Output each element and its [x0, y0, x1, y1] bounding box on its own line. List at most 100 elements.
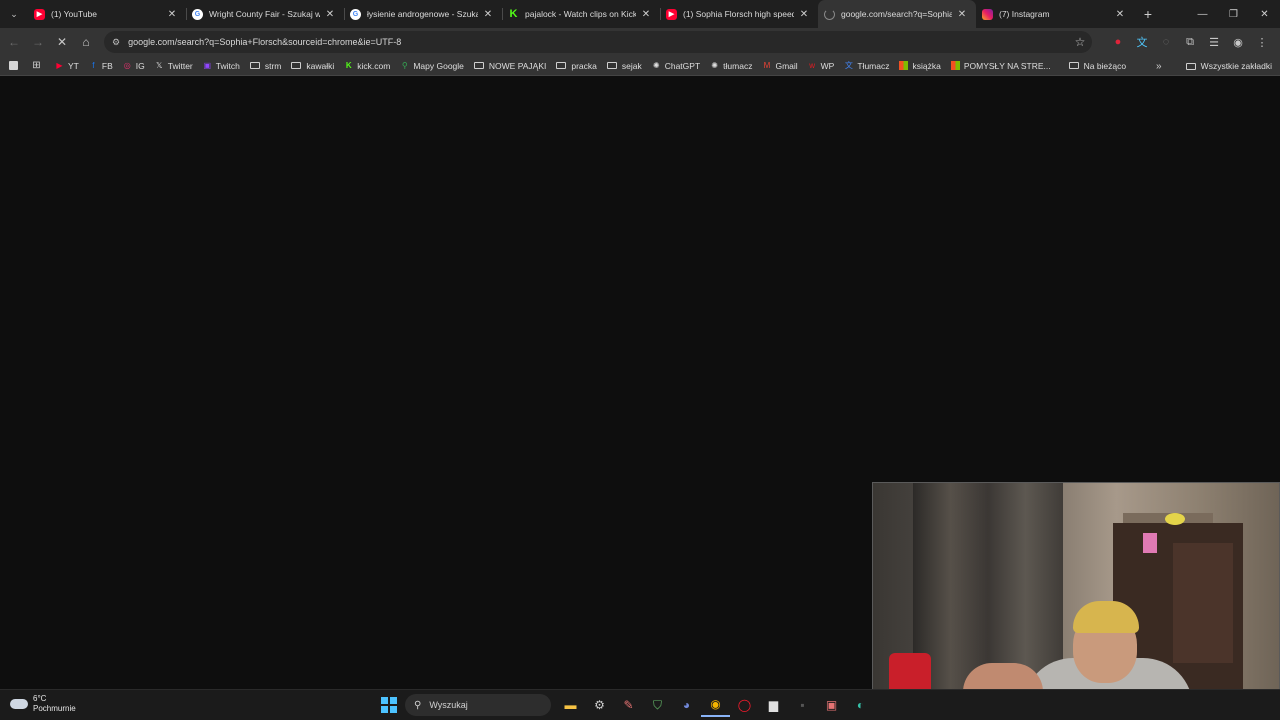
tab-wright-county-fair[interactable]: G Wright County Fair - Szukaj w G ✕ — [186, 0, 344, 28]
windows-start-icon[interactable] — [381, 697, 397, 713]
folder-icon — [606, 62, 617, 69]
more-bookmarks-chevron-icon[interactable]: » — [1156, 56, 1162, 76]
bookmark-chatgpt[interactable]: ✺ ChatGPT — [647, 56, 705, 76]
menu-kebab-icon[interactable]: ⋮ — [1250, 30, 1274, 54]
window-controls: — ❐ ✕ — [1187, 0, 1280, 28]
bookmarks-bar: ⊞ ▶ YT f FB ◎ IG 𝕏 Twitter ▣ Twitch strm kawa… — [0, 56, 1280, 76]
tab-title: (7) Instagram — [999, 9, 1050, 19]
instagram-icon: ◎ — [123, 61, 131, 70]
folder-icon — [556, 62, 567, 69]
file-explorer-icon[interactable]: ▬ — [556, 693, 585, 717]
search-icon: ⚲ — [414, 699, 422, 711]
close-icon[interactable]: ✕ — [640, 9, 652, 20]
wp-icon: w — [809, 61, 816, 70]
bookmark-fb[interactable]: f FB — [84, 56, 118, 76]
bookmark-folder-kawalki[interactable]: kawałki — [286, 56, 339, 76]
bookmark-twitter[interactable]: 𝕏 Twitter — [150, 56, 198, 76]
tab-youtube[interactable]: ▶ (1) YouTube ✕ — [28, 0, 186, 28]
bookmark-ig[interactable]: ◎ IG — [118, 56, 150, 76]
photos-app-icon[interactable]: ▣ — [817, 693, 846, 717]
google-icon: G — [192, 8, 203, 20]
new-tab-button[interactable]: + — [1134, 6, 1162, 22]
instagram-icon — [982, 8, 993, 20]
tab-kick[interactable]: K pajalock - Watch clips on Kick ✕ — [502, 0, 660, 28]
tab-lysienie[interactable]: G łysienie androgenowe - Szukaj ✕ — [344, 0, 502, 28]
folder-icon — [1068, 62, 1079, 69]
twitch-icon: ▣ — [203, 61, 212, 70]
bookmark-folder-strm[interactable]: strm — [245, 56, 287, 76]
chatgpt-icon: ✺ — [711, 61, 718, 70]
close-icon[interactable]: ✕ — [482, 9, 494, 20]
close-icon[interactable]: ✕ — [1114, 9, 1126, 20]
bookmark-twitch[interactable]: ▣ Twitch — [198, 56, 245, 76]
tab-instagram[interactable]: (7) Instagram ✕ — [976, 0, 1134, 28]
back-arrow-icon[interactable]: ← — [2, 30, 26, 54]
tab-sophia-youtube[interactable]: ▶ (1) Sophia Florsch high speed c ✕ — [660, 0, 818, 28]
paint-app-icon[interactable]: ✎ — [614, 693, 643, 717]
notes-app-icon[interactable]: ▆ — [759, 693, 788, 717]
close-icon[interactable]: ✕ — [798, 9, 810, 20]
kick-icon: K — [345, 61, 352, 70]
bookmark-folder-pracka[interactable]: pracka — [551, 56, 602, 76]
stop-loading-icon[interactable]: ✕ — [50, 30, 74, 54]
address-url[interactable]: google.com/search?q=Sophia+Florsch&sourc… — [128, 37, 1068, 47]
bookmark-tlumacz-google[interactable]: 文 Tłumacz — [839, 56, 894, 76]
minimize-icon[interactable]: — — [1187, 0, 1218, 28]
bookmark-maps[interactable]: ⚲ Mapy Google — [395, 56, 469, 76]
tab-strip: ⌄ ▶ (1) YouTube ✕ G Wright County Fair -… — [0, 0, 1280, 28]
apps-icon[interactable] — [4, 56, 27, 76]
forward-arrow-icon[interactable]: → — [26, 30, 50, 54]
bookmark-folder-nowe-pajaki[interactable]: NOWE PAJĄKI — [469, 56, 551, 76]
bookmark-star-icon[interactable]: ☆ — [1068, 35, 1092, 49]
bookmark-ksiazka[interactable]: książka — [894, 56, 945, 76]
tab-google-search-active[interactable]: google.com/search?q=Sophia+ ✕ — [818, 0, 976, 28]
close-icon[interactable]: ✕ — [166, 9, 178, 20]
bookmark-tlumacz-gpt[interactable]: ✺ tłumacz — [705, 56, 757, 76]
opera-icon[interactable]: ◯ — [730, 693, 759, 717]
bookmark-folder-sejak[interactable]: sejak — [602, 56, 647, 76]
bookmark-gmail[interactable]: M Gmail — [757, 56, 802, 76]
profile-avatar-icon[interactable]: ◉ — [1226, 30, 1250, 54]
chatgpt-icon: ✺ — [652, 61, 660, 70]
browser-toolbar: ← → ✕ ⌂ ⚙ google.com/search?q=Sophia+Flo… — [0, 28, 1280, 56]
google-icon: G — [350, 8, 361, 20]
extensions-puzzle-icon[interactable]: ⧉ — [1178, 30, 1202, 54]
all-bookmarks-folder[interactable]: Wszystkie zakładki — [1185, 56, 1272, 76]
tab-search-chevron-icon[interactable]: ⌄ — [0, 0, 28, 28]
folder-icon — [291, 62, 302, 69]
restore-icon[interactable]: ❐ — [1218, 0, 1249, 28]
chrome-icon[interactable]: ◉ — [701, 693, 730, 717]
bookmark-pomysly[interactable]: POMYSŁY NA STRE... — [946, 56, 1056, 76]
close-icon[interactable]: ✕ — [956, 9, 968, 20]
record-extension-icon[interactable]: ● — [1106, 30, 1130, 54]
youtube-icon: ▶ — [666, 8, 677, 20]
settings-gear-icon[interactable]: ⚙ — [585, 693, 614, 717]
bookmark-kick[interactable]: Kkick.com — [339, 56, 395, 76]
shield-app-icon[interactable]: ⛉ — [643, 693, 672, 717]
app-icon[interactable]: ▪ — [788, 693, 817, 717]
grid-icon[interactable]: ⊞ — [27, 56, 50, 76]
close-window-icon[interactable]: ✕ — [1249, 0, 1280, 28]
search-placeholder: Wyszukaj — [429, 700, 468, 710]
site-settings-icon[interactable]: ⚙ — [112, 37, 120, 48]
youtube-icon: ▶ — [34, 8, 45, 20]
edge-icon[interactable]: ◐ — [846, 693, 875, 717]
close-icon[interactable]: ✕ — [324, 9, 336, 20]
webcam-overlay — [872, 482, 1280, 720]
discord-icon[interactable]: ◕ — [672, 693, 701, 717]
bookmark-wp[interactable]: w WP — [803, 56, 840, 76]
maps-icon: ⚲ — [401, 61, 408, 70]
extension-icon[interactable]: ◌ — [1154, 30, 1178, 54]
bookmark-yt[interactable]: ▶ YT — [50, 56, 84, 76]
screen: ⌄ ▶ (1) YouTube ✕ G Wright County Fair -… — [0, 0, 1280, 720]
weather-desc: Pochmurnie — [33, 704, 76, 713]
tab-search-icon[interactable]: ☰ — [1202, 30, 1226, 54]
address-bar[interactable]: ⚙ google.com/search?q=Sophia+Florsch&sou… — [104, 31, 1092, 53]
taskbar-search[interactable]: ⚲ Wyszukaj — [405, 694, 551, 716]
translate-extension-icon[interactable]: 文 — [1130, 30, 1154, 54]
home-icon[interactable]: ⌂ — [74, 30, 98, 54]
weather-widget[interactable]: 6°C Pochmurnie — [10, 694, 76, 714]
tab-title: (1) YouTube — [51, 9, 97, 19]
gmail-icon: M — [763, 61, 771, 70]
bookmark-folder-na-biezaco[interactable]: Na bieżąco — [1064, 56, 1132, 76]
